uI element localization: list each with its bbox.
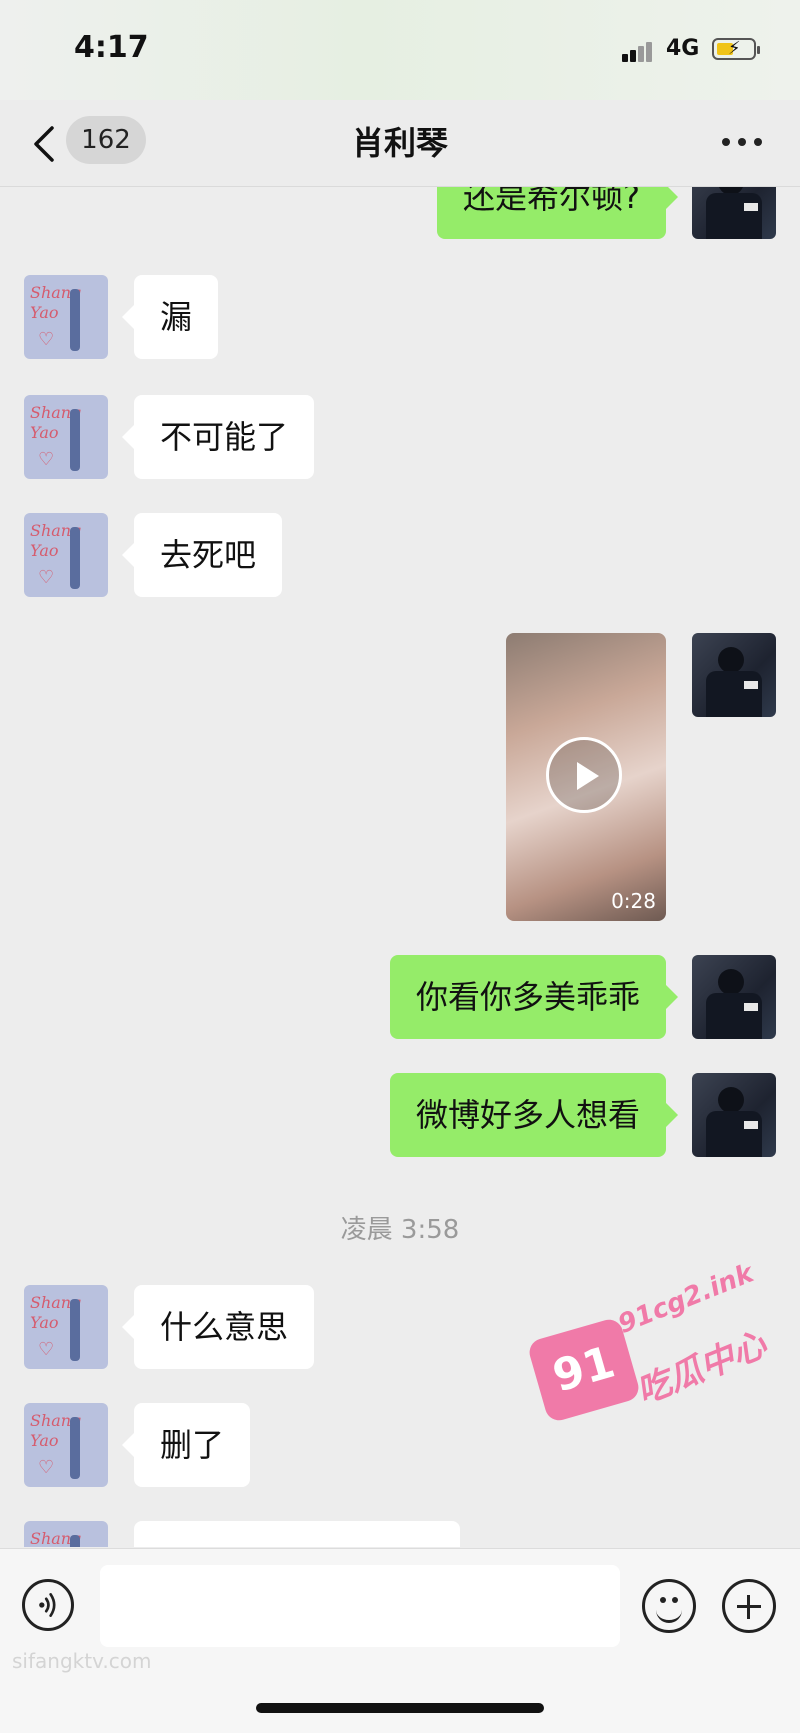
message-bubble-sent[interactable]: 你看你多美乖乖 xyxy=(389,955,679,1039)
message-input[interactable] xyxy=(100,1565,620,1647)
message-bubble-received[interactable]: 漏 xyxy=(121,275,219,359)
message-bubble-received[interactable]: 什么意思 xyxy=(121,1285,315,1369)
my-avatar[interactable] xyxy=(692,955,776,1039)
plus-icon[interactable] xyxy=(722,1579,776,1633)
home-indicator[interactable] xyxy=(256,1703,544,1713)
status-time: 4:17 xyxy=(74,30,149,65)
chat-header: 162 肖利琴 xyxy=(0,100,800,187)
network-type: 4G xyxy=(666,36,700,61)
status-bar: 4:17 4G ⚡ xyxy=(0,0,800,100)
video-duration: 0:28 xyxy=(611,889,656,913)
message-bubble-received[interactable]: 删了 xyxy=(121,1403,251,1487)
watermark-logo: 91 xyxy=(526,1316,642,1424)
message-timestamp: 凌晨 3:58 xyxy=(340,1215,460,1245)
message-bubble-received[interactable] xyxy=(134,1521,460,1547)
my-avatar[interactable] xyxy=(692,1073,776,1157)
message-list[interactable]: 还是希尔顿? Shang Yao ♡ 漏 Shang Yao ♡ 不可能了 Shan… xyxy=(0,187,800,1547)
voice-icon[interactable] xyxy=(22,1579,74,1631)
video-message[interactable]: 0:28 xyxy=(506,633,666,921)
chat-title: 肖利琴 xyxy=(351,124,448,162)
signal-icon xyxy=(622,40,654,62)
my-avatar[interactable] xyxy=(692,187,776,239)
contact-avatar[interactable]: ShangYao ♡ xyxy=(24,1285,108,1369)
more-icon[interactable] xyxy=(722,138,762,148)
battery-icon: ⚡ xyxy=(712,38,760,60)
contact-avatar[interactable]: ShangYao ♡ xyxy=(24,513,108,597)
contact-avatar[interactable]: ShangYao ♡ xyxy=(24,1403,108,1487)
my-avatar[interactable] xyxy=(692,633,776,717)
message-bubble-received[interactable]: 不可能了 xyxy=(121,395,315,479)
watermark-corner: sifangktv.com xyxy=(12,1649,152,1673)
input-bar: sifangktv.com xyxy=(0,1548,800,1733)
message-bubble-sent[interactable]: 微博好多人想看 xyxy=(389,1073,679,1157)
contact-avatar[interactable]: ShangYao ♡ xyxy=(24,1521,108,1547)
contact-avatar[interactable]: ShangYao ♡ xyxy=(24,395,108,479)
contact-avatar[interactable]: ShangYao ♡ xyxy=(24,275,108,359)
play-icon[interactable] xyxy=(546,737,622,813)
message-bubble-received[interactable]: 去死吧 xyxy=(121,513,283,597)
message-bubble-sent[interactable]: 还是希尔顿? xyxy=(437,187,678,239)
emoji-icon[interactable] xyxy=(642,1579,696,1633)
